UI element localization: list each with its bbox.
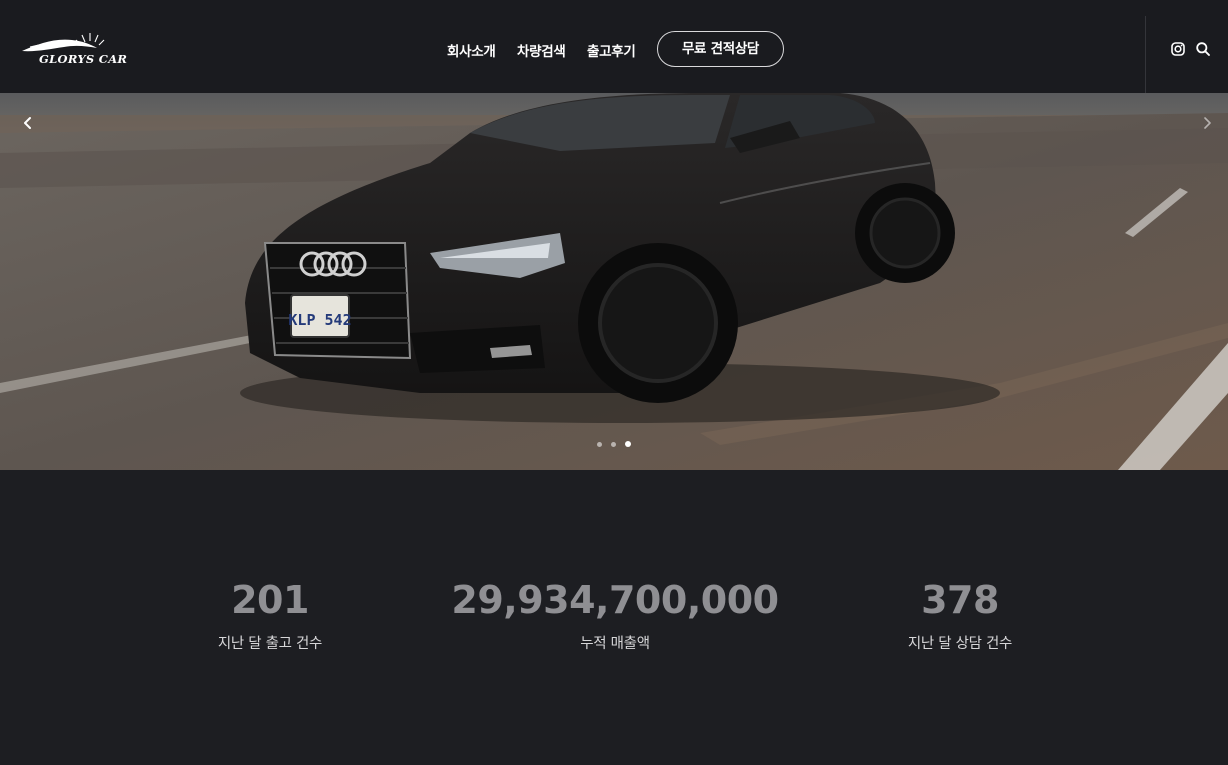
stat-value: 378 (921, 578, 999, 622)
nav-link-about[interactable]: 회사소개 (447, 40, 496, 60)
free-quote-button[interactable]: 무료 견적상담 (657, 31, 784, 67)
chevron-right-icon[interactable] (1195, 111, 1219, 135)
header-divider (1145, 16, 1146, 93)
search-icon[interactable] (1195, 41, 1211, 57)
stat-label: 지난 달 출고 건수 (217, 636, 323, 652)
slider-dot-2[interactable] (611, 442, 616, 447)
main-navigation: 회사소개 차량검색 출고후기 무료 견적상담 (0, 0, 1228, 93)
stat-monthly-deliveries: 201 지난 달 출고 건수 (80, 578, 460, 653)
stat-label: 지난 달 상담 건수 (907, 636, 1013, 652)
instagram-icon[interactable] (1170, 41, 1186, 57)
stat-label: 누적 매출액 (580, 636, 650, 652)
slider-pagination (597, 441, 637, 449)
stat-value: 29,934,700,000 (451, 578, 779, 622)
chevron-left-icon[interactable] (16, 111, 40, 135)
stat-value: 201 (231, 578, 309, 622)
stat-cumulative-sales: 29,934,700,000 누적 매출액 (425, 578, 805, 653)
hero-slider: KLP 542 (0, 93, 1228, 470)
nav-link-vehicle-search[interactable]: 차량검색 (517, 40, 566, 60)
slider-dot-1[interactable] (597, 442, 602, 447)
stats-section: 201 지난 달 출고 건수 29,934,700,000 누적 매출액 378… (0, 470, 1228, 765)
nav-link-delivery-reviews[interactable]: 출고후기 (587, 40, 636, 60)
stat-monthly-consultations: 378 지난 달 상담 건수 (770, 578, 1150, 653)
hero-car-image: KLP 542 (0, 93, 1228, 470)
license-plate-text: KLP 542 (288, 311, 351, 329)
slider-dot-3-active[interactable] (625, 441, 631, 447)
site-header: GLORYS CAR 회사소개 차량검색 출고후기 무료 견적상담 (0, 0, 1228, 93)
